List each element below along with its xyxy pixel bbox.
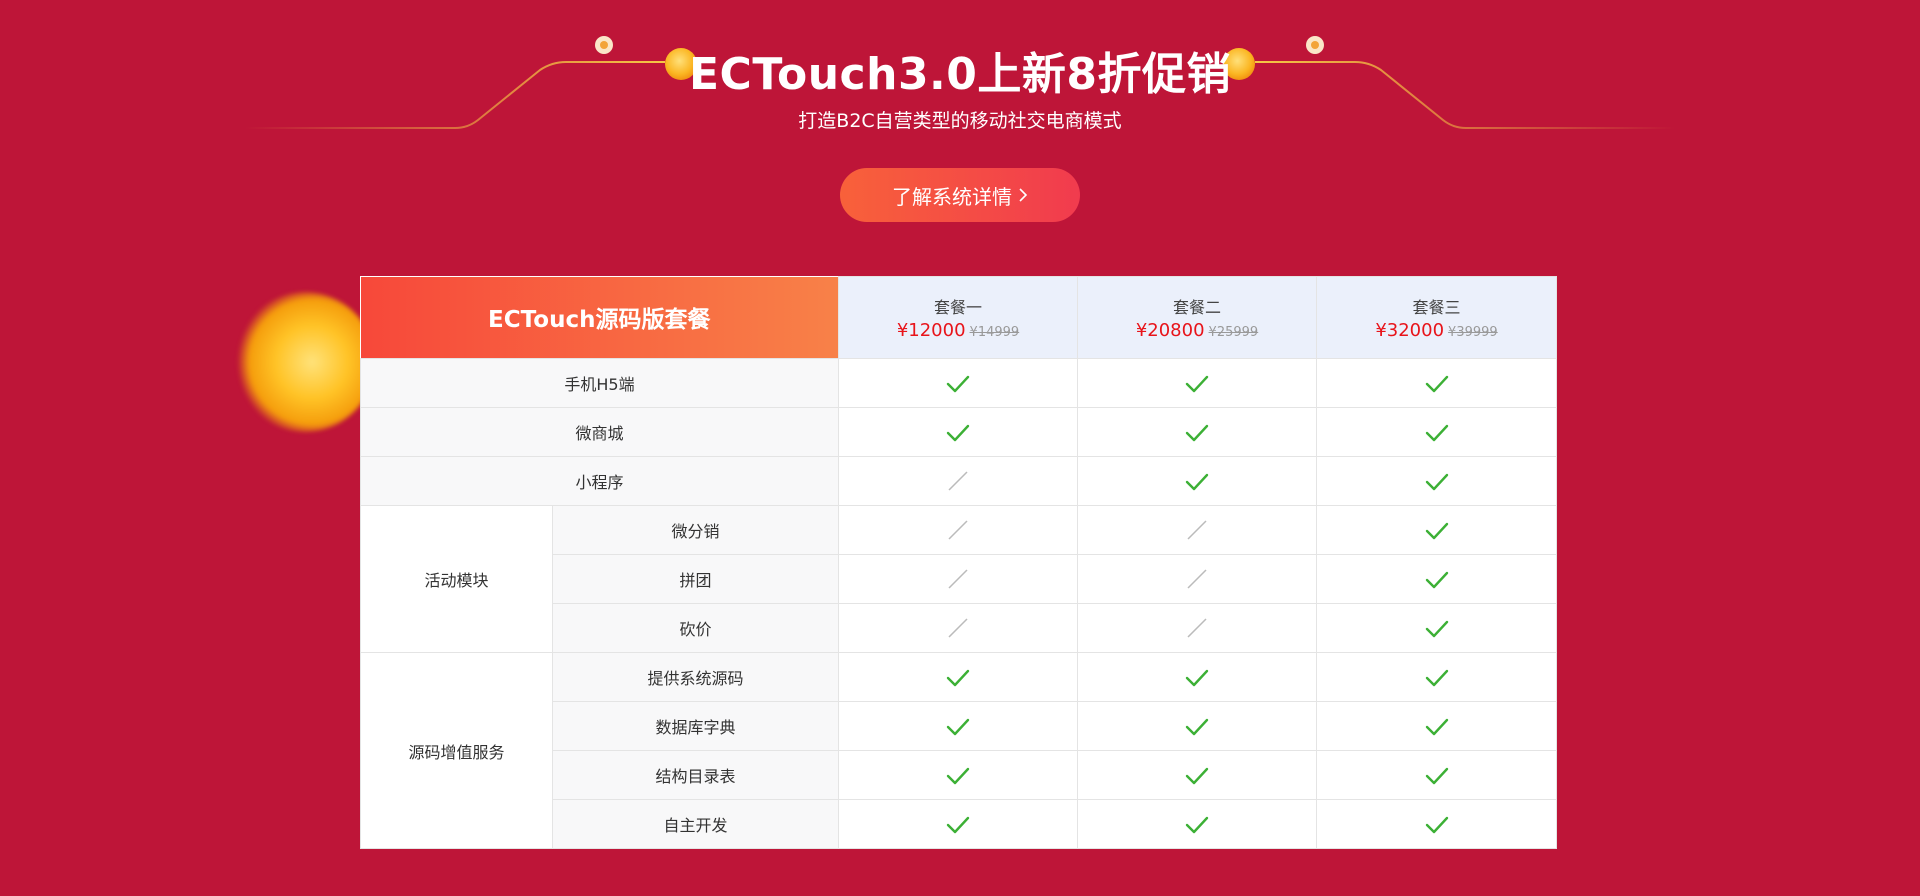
unavailable-icon [838,603,1079,653]
check-icon [838,750,1079,800]
feature-label: 提供系统源码 [551,652,840,702]
check-icon [1077,652,1318,702]
check-icon [838,358,1079,408]
plan-header-2: 套餐二 ¥20800 ¥25999 [1077,276,1318,359]
feature-group-label: 源码增值服务 [360,652,553,849]
pricing-table: ECTouch源码版套餐 套餐一 ¥12000 ¥14999 套餐二 ¥20800… [359,276,1558,849]
check-icon [1077,407,1318,457]
check-icon [1077,358,1318,408]
check-icon [1316,505,1558,555]
table-row: 活动模块 微分销 [360,505,1558,653]
check-icon [1316,358,1558,408]
unavailable-icon [838,456,1079,506]
feature-label: 微商城 [359,407,840,457]
check-icon [1316,799,1558,849]
plan-old-price: ¥39999 [1448,325,1498,340]
plan-name: 套餐一 [934,298,983,317]
check-icon [1077,799,1318,849]
plan-name: 套餐二 [1173,298,1222,317]
feature-label: 砍价 [551,603,840,653]
table-row: 小程序 [359,456,1558,506]
page-title: ECTouch3.0上新8折促销 [688,49,1232,100]
plan-header-3: 套餐三 ¥32000 ¥39999 [1316,276,1558,359]
feature-label: 小程序 [359,456,840,506]
check-icon [1316,554,1558,604]
plan-old-price: ¥14999 [969,325,1020,340]
plan-price: ¥32000 [1375,320,1445,341]
check-icon [1077,456,1318,506]
feature-label: 结构目录表 [551,750,840,800]
check-icon [1316,456,1558,506]
check-icon [838,701,1079,751]
plan-old-price: ¥25999 [1208,325,1259,340]
learn-more-label: 了解系统详情 [892,184,1012,209]
page-subtitle: 打造B2C自营类型的移动社交电商模式 [798,110,1122,132]
check-icon [1316,652,1558,702]
feature-group-label: 活动模块 [360,505,553,653]
feature-label: 数据库字典 [551,701,840,751]
check-icon [1316,603,1558,653]
feature-label: 拼团 [551,554,840,604]
check-icon [1316,750,1558,800]
table-row: 微商城 [359,407,1558,457]
feature-label: 自主开发 [551,799,840,849]
table-brand-header: ECTouch源码版套餐 [360,276,839,359]
feature-label: 手机H5端 [359,358,840,408]
unavailable-icon [1077,554,1318,604]
check-icon [1077,701,1318,751]
plan-price: ¥12000 [896,320,966,341]
plan-header-1: 套餐一 ¥12000 ¥14999 [838,276,1079,359]
plan-name: 套餐三 [1412,298,1461,317]
table-row: 源码增值服务 提供系统源码 [360,652,1558,849]
learn-more-button[interactable]: 了解系统详情 [840,168,1080,222]
check-icon [1077,750,1318,800]
check-icon [838,652,1079,702]
check-icon [838,799,1079,849]
chevron-right-icon [1019,188,1028,202]
gold-coin-icon [235,292,375,432]
unavailable-icon [1077,603,1318,653]
unavailable-icon [1077,505,1318,555]
feature-label: 微分销 [551,505,840,555]
unavailable-icon [838,554,1079,604]
table-row: 手机H5端 [359,358,1558,408]
unavailable-icon [838,505,1079,555]
check-icon [1316,701,1558,751]
plan-price: ¥20800 [1135,320,1205,341]
check-icon [838,407,1079,457]
check-icon [1316,407,1558,457]
